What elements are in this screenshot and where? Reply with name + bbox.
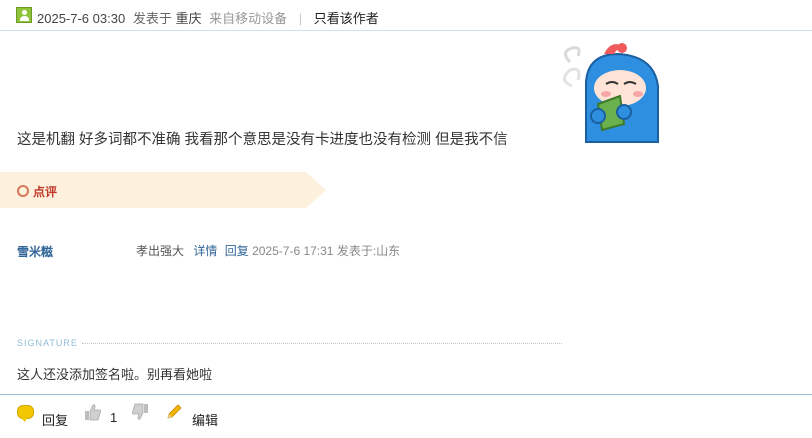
comment-text: 孝出强大: [136, 244, 185, 258]
user-icon: [16, 7, 32, 23]
post-body-text: 这是机翻 好多词都不准确 我看那个意思是没有卡进度也没有检测 但是我不信: [17, 132, 508, 148]
edit-button[interactable]: 编辑: [192, 410, 218, 429]
signature-text: 这人还没添加签名啦。别再看她啦: [17, 367, 213, 382]
comment-date: 2025-7-6 17:31: [252, 244, 334, 258]
thumbs-down-icon[interactable]: [131, 403, 149, 421]
meta-separator: |: [298, 11, 303, 26]
action-bar: [0, 394, 812, 438]
thumbs-up-icon[interactable]: [84, 403, 102, 421]
posted-in-label: 发表于: [132, 11, 172, 26]
comment-username[interactable]: 雪米糍: [17, 243, 53, 260]
post-date: 2025-7-6 03:30: [37, 11, 126, 26]
only-author-link[interactable]: 只看该作者: [314, 11, 379, 26]
comment-details-link[interactable]: 详情: [193, 244, 217, 258]
comment-location: 发表于:山东: [336, 244, 401, 258]
post-location: 重庆: [175, 11, 202, 26]
comment-row: 孝出强大 详情 回复 2025-7-6 17:31 发表于:山东: [136, 242, 400, 259]
reply-icon[interactable]: [17, 405, 34, 422]
cartoon-sticker-image: [563, 43, 659, 143]
reply-button[interactable]: 回复: [42, 410, 68, 429]
comment-reply-link[interactable]: 回复: [225, 244, 249, 258]
pencil-icon[interactable]: [165, 403, 183, 421]
comment-circle-icon: [17, 185, 29, 197]
post-meta: 2025-7-6 03:30 发表于 重庆 来自移动设备 | 只看该作者: [37, 8, 379, 27]
comment-section-label: 点评: [33, 185, 58, 199]
signature-label: SIGNATURE: [17, 338, 78, 348]
like-count: 1: [110, 410, 118, 425]
signature-divider: [82, 343, 562, 344]
post-via: 来自移动设备: [209, 11, 288, 26]
